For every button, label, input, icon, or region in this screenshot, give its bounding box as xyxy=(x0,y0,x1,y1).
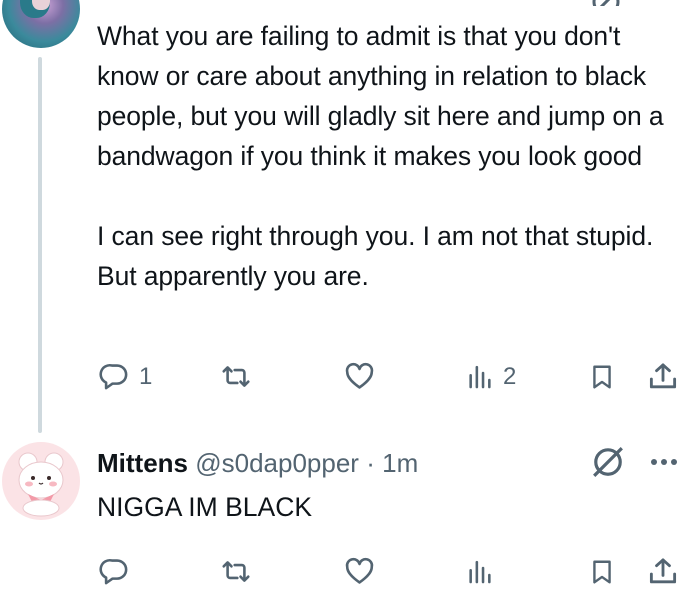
reply-icon xyxy=(99,361,130,392)
timestamp[interactable]: 1m xyxy=(382,448,418,478)
reply-button[interactable]: 1 xyxy=(99,361,152,392)
retweet-button[interactable] xyxy=(218,361,254,392)
like-icon xyxy=(343,361,376,392)
more-icon[interactable] xyxy=(649,455,679,474)
separator-dot: · xyxy=(366,448,375,478)
share-icon xyxy=(647,361,679,392)
views-icon xyxy=(466,556,494,587)
display-name[interactable]: Mittens xyxy=(97,448,188,478)
views-button[interactable]: 2 xyxy=(466,361,516,392)
reply-count: 1 xyxy=(139,362,153,390)
views-count: 2 xyxy=(503,362,517,390)
retweet-icon xyxy=(218,361,254,392)
bookmark-button[interactable] xyxy=(589,556,615,587)
share-icon xyxy=(647,556,679,587)
retweet-button[interactable] xyxy=(218,556,254,587)
reply-text: NIGGA IM BLACK xyxy=(97,492,313,522)
share-button[interactable] xyxy=(647,361,679,392)
grok-icon-partial[interactable] xyxy=(590,0,622,6)
grok-icon[interactable] xyxy=(591,445,625,484)
thread-connector xyxy=(38,57,42,433)
user-handle[interactable]: @s0dap0pper xyxy=(195,448,359,478)
tweet-paragraph: What you are failing to admit is that yo… xyxy=(97,21,671,171)
avatar[interactable] xyxy=(2,442,80,520)
tweet-header: Mittens @s0dap0pper · 1m xyxy=(97,446,418,480)
bookmark-icon xyxy=(589,556,615,587)
retweet-icon xyxy=(218,556,254,587)
share-button[interactable] xyxy=(647,556,679,587)
bookmark-button[interactable] xyxy=(589,361,615,392)
tweet-text: What you are failing to admit is that yo… xyxy=(97,16,687,296)
views-icon xyxy=(466,361,494,392)
like-icon xyxy=(343,556,376,587)
like-button[interactable] xyxy=(343,361,376,392)
bookmark-icon xyxy=(589,361,615,392)
avatar[interactable] xyxy=(2,0,80,48)
reply-icon xyxy=(99,556,130,587)
like-button[interactable] xyxy=(343,556,376,587)
reply-button[interactable] xyxy=(99,556,130,587)
views-button[interactable] xyxy=(466,556,494,587)
tweet-paragraph: I can see right through you. I am not th… xyxy=(97,221,661,291)
